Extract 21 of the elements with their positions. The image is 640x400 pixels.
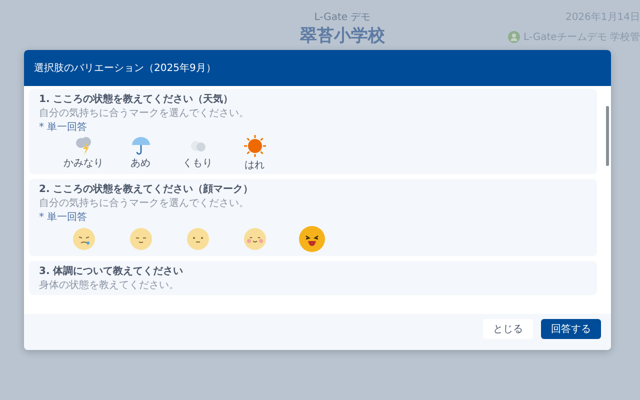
close-button[interactable]: とじる [483,319,533,339]
dialog-title: 選択肢のバリエーション（2025年9月） [24,50,611,86]
required-note: * 単一回答 [39,121,87,134]
sun-icon [242,134,266,158]
question-hint: 自分の気持ちに合うマークを選んでください。 [39,107,250,121]
question-title: 1. こころの状態を教えてください（天気） [39,93,234,107]
submit-button[interactable]: 回答する [541,319,601,339]
umbrella-icon [130,134,152,156]
weather-option[interactable]: かみなり [55,134,112,172]
question-title: 2. こころの状態を教えてください（顔マーク） [39,183,254,197]
school-name: 翠苔小学校 [300,25,385,47]
question-hint: 自分の気持ちに合うマークを選んでください。 [39,197,250,211]
weather-option[interactable]: あめ [112,134,169,172]
required-note: * 単一回答 [39,211,87,224]
user-icon [508,31,520,43]
question-title: 3. 体調について教えてください [39,265,184,279]
weather-option[interactable]: くもり [169,134,226,172]
scrollbar[interactable] [606,106,609,166]
organization-name: L-Gate デモ [314,11,371,24]
weather-option[interactable]: はれ [226,134,283,172]
question-hint: 身体の状態を教えてください。 [39,279,180,293]
